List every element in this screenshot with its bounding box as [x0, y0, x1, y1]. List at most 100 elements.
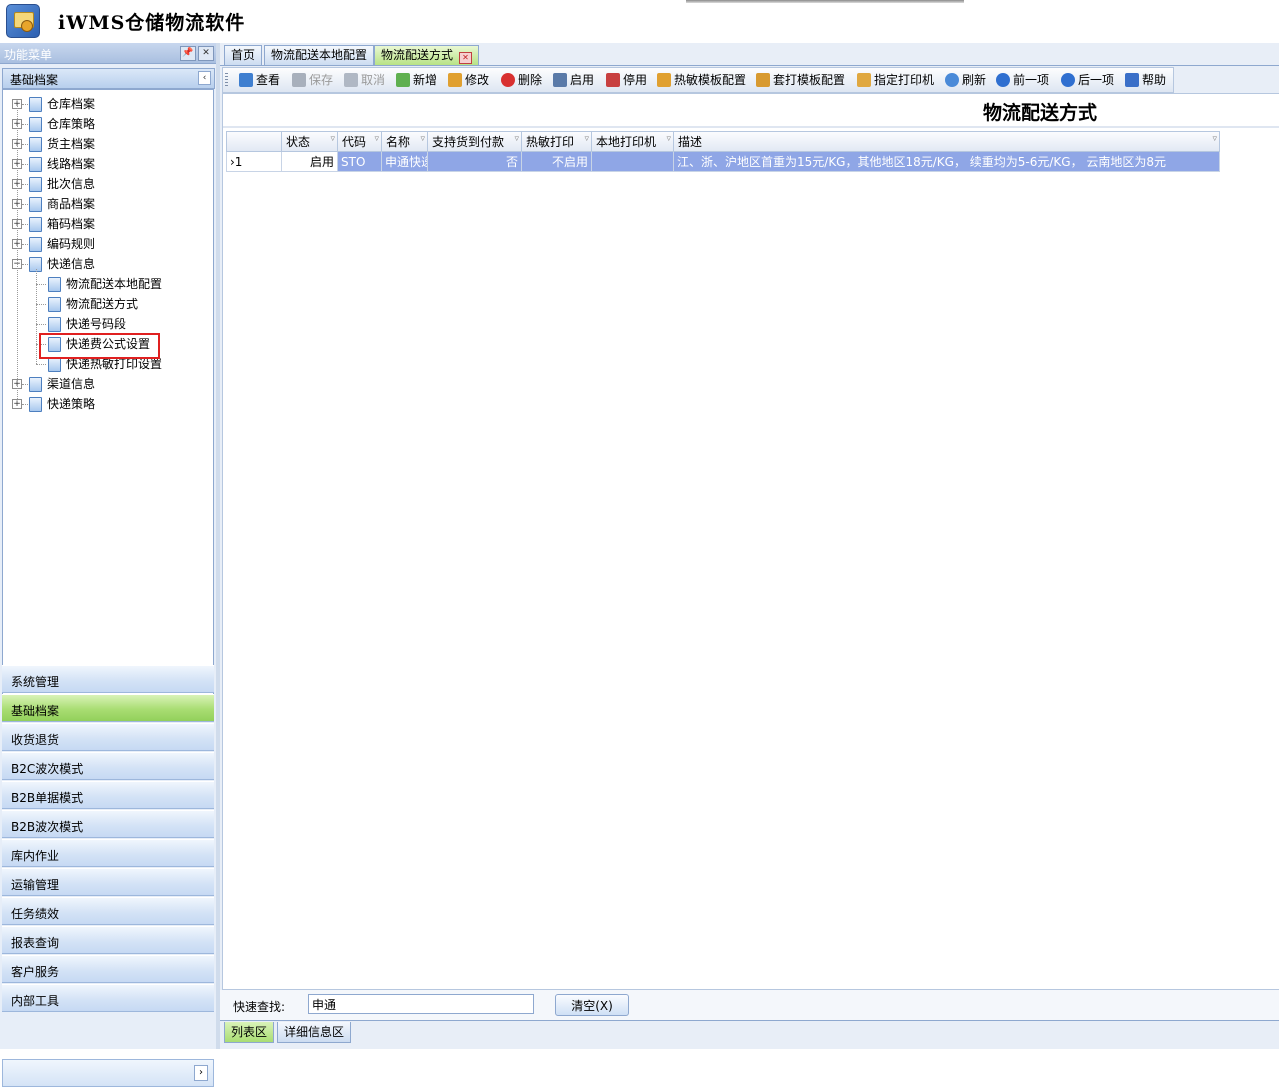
table-cell: [592, 152, 674, 172]
expand-toggle-icon[interactable]: +: [12, 399, 22, 409]
close-tab-icon[interactable]: ✕: [459, 52, 473, 64]
tree-node[interactable]: + 线路档案: [3, 155, 203, 173]
enable-icon: [553, 73, 567, 87]
view-icon: [239, 73, 253, 87]
tree-node[interactable]: + 快递策略: [3, 395, 203, 413]
filter-icon[interactable]: ▿: [374, 129, 379, 150]
column-header-label: 代码: [342, 135, 367, 149]
add-icon: [396, 73, 410, 87]
nav-button[interactable]: 报表查询: [2, 926, 214, 954]
filter-icon[interactable]: ▿: [330, 129, 335, 150]
column-header-label: 名称: [386, 135, 411, 149]
nav-button-label: 基础档案: [11, 704, 60, 718]
annotation-highlight-box: [39, 333, 160, 359]
toolbar-button-label: 取消: [361, 73, 386, 87]
tree-connector: [22, 104, 28, 105]
chevron-right-icon[interactable]: ›: [194, 1065, 208, 1081]
filter-icon[interactable]: ▿: [1212, 129, 1217, 150]
column-header-label: 本地打印机: [596, 135, 657, 149]
table-cell: STO: [338, 152, 382, 172]
tree-node[interactable]: + 商品档案: [3, 195, 203, 213]
tree-connector: [22, 404, 28, 405]
filter-icon[interactable]: ▿: [420, 129, 425, 150]
bottom-tabs: 列表区 详细信息区: [220, 1020, 1279, 1045]
window-edge-shadow: [686, 0, 964, 3]
nav-button[interactable]: 客户服务: [2, 955, 214, 983]
tree-child-node[interactable]: 快递号码段: [3, 315, 203, 333]
table-cell: 不启用: [522, 152, 592, 172]
tab-page[interactable]: 物流配送方式 ✕: [374, 45, 480, 65]
toolbar-button-label: 套打模板配置: [773, 73, 846, 87]
nav-button-label: 内部工具: [11, 994, 60, 1008]
nav-button[interactable]: 系统管理: [2, 665, 214, 693]
tree-node[interactable]: − 快递信息: [3, 255, 203, 273]
page-title: 物流配送方式: [982, 102, 1097, 124]
column-header[interactable]: 代码 ▿: [338, 131, 382, 152]
bottom-tab-label: 详细信息区: [284, 1025, 345, 1039]
pin-icon[interactable]: 📌: [180, 46, 196, 61]
undo-icon: [344, 73, 358, 87]
toolbar: 查看 保存 取消 新增 修改 删除 启用 停用 热敏模板配置 套打模板配置 指定打印机 刷新 前一项 后一…: [222, 67, 1174, 93]
filter-icon[interactable]: ▿: [514, 129, 519, 150]
tree-node-label: 快递号码段: [66, 317, 127, 331]
tree-node[interactable]: + 渠道信息: [3, 375, 203, 393]
app-logo-icon: [6, 4, 40, 38]
nav-button[interactable]: 库内作业: [2, 839, 214, 867]
column-header[interactable]: 本地打印机 ▿: [592, 131, 674, 152]
nav-button[interactable]: 运输管理: [2, 868, 214, 896]
nav-button[interactable]: B2C波次模式: [2, 752, 214, 780]
nav-button[interactable]: 基础档案: [2, 694, 214, 722]
table-row[interactable]: ›1启用STO申通快递否不启用 江、浙、沪地区首重为15元/KG，其他地区18元/…: [226, 152, 1278, 172]
column-header[interactable]: 热敏打印 ▿: [522, 131, 592, 152]
nav-button[interactable]: 收货退货: [2, 723, 214, 751]
document-icon: [29, 117, 42, 132]
collapse-left-icon[interactable]: ‹: [198, 71, 211, 85]
filter-icon[interactable]: ▿: [584, 129, 589, 150]
main-area: 首页 物流配送本地配置 物流配送方式 ✕ 查看 保存 取消 新增 修改 删除 启用 停用 热敏模板配置…: [220, 43, 1279, 1049]
column-header[interactable]: 名称 ▿: [382, 131, 428, 152]
close-icon[interactable]: ✕: [198, 46, 214, 61]
tree-node[interactable]: + 仓库档案: [3, 95, 203, 113]
document-icon: [29, 137, 42, 152]
toolbar-button-label: 后一项: [1078, 73, 1115, 87]
row-indicator-header: [226, 131, 282, 152]
nav-button[interactable]: 内部工具: [2, 984, 214, 1012]
document-icon: [29, 377, 42, 392]
nav-button[interactable]: B2B波次模式: [2, 810, 214, 838]
tree-node-label: 编码规则: [47, 237, 96, 251]
column-header[interactable]: 描述 ▿: [674, 131, 1220, 152]
toolbar-button-label: 查看: [256, 73, 281, 87]
column-header[interactable]: 支持货到付款 ▿: [428, 131, 522, 152]
column-header-label: 热敏打印: [526, 135, 575, 149]
toolbar-button-label: 指定打印机: [874, 73, 935, 87]
tab-home[interactable]: 首页: [224, 45, 263, 65]
nav-button[interactable]: B2B单据模式: [2, 781, 214, 809]
tree-connector: [22, 184, 28, 185]
toolbar-grip[interactable]: [225, 73, 228, 86]
nav-button-label: 收货退货: [11, 733, 60, 747]
clear-button[interactable]: 清空(X): [555, 994, 629, 1016]
document-icon: [48, 297, 61, 312]
tree-node[interactable]: + 仓库策略: [3, 115, 203, 133]
section-header-basic-archives[interactable]: 基础档案 ‹: [2, 68, 215, 89]
tree-child-node[interactable]: 物流配送本地配置: [3, 275, 203, 293]
document-icon: [29, 97, 42, 112]
tree-node[interactable]: + 货主档案: [3, 135, 203, 153]
bottom-tab[interactable]: 列表区: [224, 1022, 275, 1043]
filter-icon[interactable]: ▿: [666, 129, 671, 150]
tree-node[interactable]: + 批次信息: [3, 175, 203, 193]
column-header[interactable]: 状态 ▿: [282, 131, 338, 152]
document-icon: [29, 197, 42, 212]
nav-button-label: 运输管理: [11, 878, 60, 892]
tree-node[interactable]: + 箱码档案: [3, 215, 203, 233]
refresh-icon: [945, 73, 959, 87]
bottom-tab[interactable]: 详细信息区: [277, 1022, 352, 1043]
search-input[interactable]: [308, 994, 534, 1014]
disable-icon: [606, 73, 620, 87]
tree-connector: [22, 384, 28, 385]
tree-child-node[interactable]: 物流配送方式: [3, 295, 203, 313]
tree-node[interactable]: + 编码规则: [3, 235, 203, 253]
nav-button[interactable]: 任务绩效: [2, 897, 214, 925]
overprint-template-icon: [756, 73, 770, 87]
tab-page[interactable]: 物流配送本地配置: [264, 45, 375, 65]
